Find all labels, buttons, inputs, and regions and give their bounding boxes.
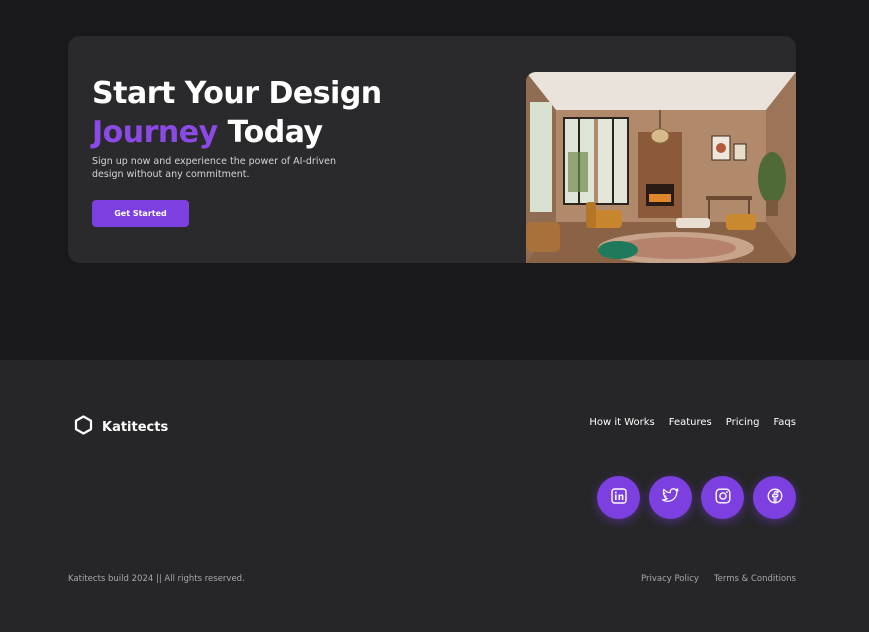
nav-features[interactable]: Features — [669, 417, 712, 428]
brand-logo[interactable]: Katitects — [74, 415, 168, 439]
instagram-button[interactable] — [701, 476, 744, 519]
cta-title-rest: Today — [217, 115, 323, 150]
cta-title-line1: Start Your Design — [92, 76, 382, 111]
cta-card: Start Your Design Journey Today Sign up … — [68, 36, 796, 263]
nav-faqs[interactable]: Faqs — [773, 417, 796, 428]
legal-links: Privacy Policy Terms & Conditions — [641, 574, 796, 584]
nav-how-it-works[interactable]: How it Works — [589, 417, 654, 428]
linkedin-button[interactable] — [597, 476, 640, 519]
get-started-button[interactable]: Get Started — [92, 200, 189, 227]
twitter-button[interactable] — [649, 476, 692, 519]
cta-title: Start Your Design Journey Today — [92, 74, 382, 152]
interior-room-image — [526, 72, 796, 263]
linkedin-icon — [610, 487, 627, 508]
facebook-button[interactable] — [753, 476, 796, 519]
privacy-policy-link[interactable]: Privacy Policy — [641, 574, 699, 584]
copyright-text: Katitects build 2024 || All rights reser… — [68, 574, 245, 584]
facebook-icon — [767, 488, 783, 508]
footer: Katitects How it Works Features Pricing … — [0, 360, 869, 632]
cta-section: Start Your Design Journey Today Sign up … — [0, 0, 869, 360]
brand-name: Katitects — [102, 419, 169, 435]
hexagon-logo-icon — [74, 415, 93, 439]
social-links — [597, 476, 796, 519]
cta-title-line2: Journey Today — [92, 113, 382, 152]
instagram-icon — [715, 488, 731, 508]
cta-description: Sign up now and experience the power of … — [92, 156, 336, 180]
footer-nav: How it Works Features Pricing Faqs — [589, 417, 796, 428]
terms-conditions-link[interactable]: Terms & Conditions — [714, 574, 796, 584]
nav-pricing[interactable]: Pricing — [726, 417, 760, 428]
cta-title-accent: Journey — [92, 115, 218, 150]
twitter-icon — [661, 488, 679, 507]
